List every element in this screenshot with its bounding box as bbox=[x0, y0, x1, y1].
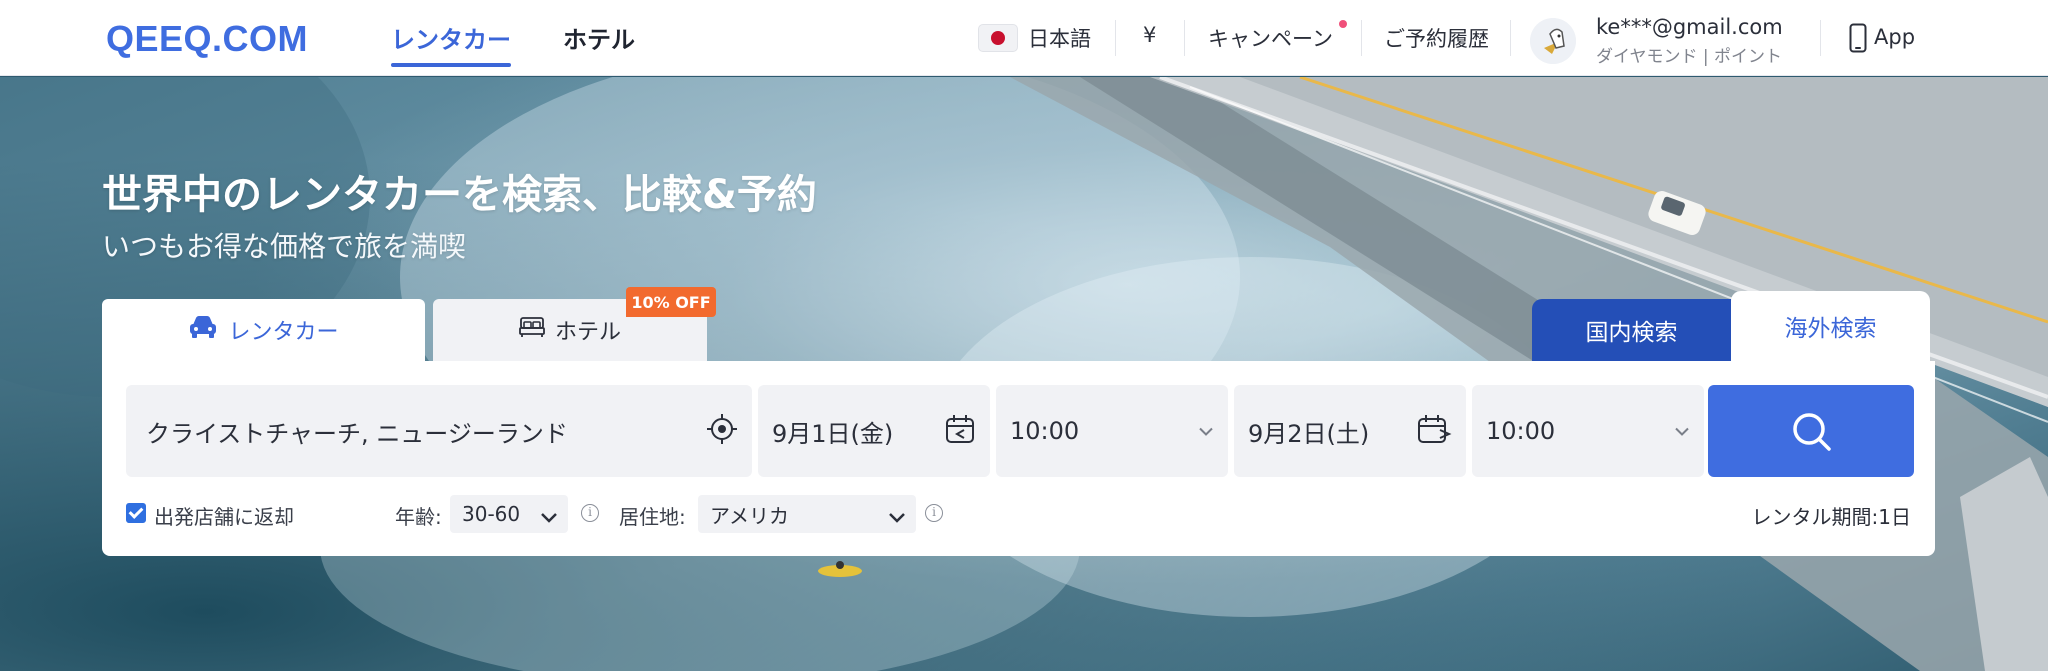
japan-flag-icon bbox=[978, 24, 1018, 52]
domestic-search-tab[interactable]: 国内検索 bbox=[1532, 299, 1731, 361]
overseas-search-tab[interactable]: 海外検索 bbox=[1731, 291, 1930, 361]
location-value: クライストチャーチ, ニュージーランド bbox=[146, 419, 568, 448]
avatar-illustration-icon bbox=[1530, 18, 1576, 64]
search-options-row: 出発店舗に返却 年齢: 30-60 i 居住地: アメリカ i レンタル期間:1… bbox=[102, 491, 1935, 535]
dropoff-date-value: 9月2日(土) bbox=[1248, 419, 1370, 448]
residence-value: アメリカ bbox=[710, 503, 789, 528]
tab-rentacar[interactable]: レンタカー bbox=[102, 299, 425, 361]
user-email[interactable]: ke***@gmail.com bbox=[1596, 15, 1783, 39]
nav-tab-hotel[interactable]: ホテル bbox=[563, 20, 635, 55]
app-link[interactable]: App bbox=[1874, 25, 1915, 49]
location-input[interactable]: クライストチャーチ, ニュージーランド bbox=[126, 385, 752, 477]
search-button[interactable] bbox=[1708, 385, 1914, 477]
discount-badge: 10% OFF bbox=[626, 287, 716, 317]
divider bbox=[1184, 20, 1185, 56]
language-selector[interactable]: 日本語 bbox=[1028, 23, 1091, 53]
search-panel: クライストチャーチ, ニュージーランド 9月1日(金) 10:00 9月2日(土… bbox=[102, 361, 1935, 556]
bed-icon bbox=[519, 316, 545, 344]
nav-tab-rentacar[interactable]: レンタカー bbox=[391, 20, 511, 67]
chevron-down-icon bbox=[1674, 422, 1690, 441]
divider bbox=[1115, 20, 1116, 56]
current-location-icon[interactable] bbox=[706, 413, 738, 449]
divider bbox=[1820, 20, 1821, 56]
campaign-link[interactable]: キャンペーン bbox=[1208, 23, 1333, 53]
residence-label: 居住地: bbox=[619, 505, 686, 529]
pickup-time-value: 10:00 bbox=[1010, 417, 1080, 445]
residence-select[interactable]: アメリカ bbox=[698, 495, 916, 533]
search-icon bbox=[1793, 413, 1831, 451]
user-membership[interactable]: ダイヤモンド | ポイント bbox=[1596, 42, 1782, 67]
dropoff-time-select[interactable]: 10:00 bbox=[1472, 385, 1704, 477]
age-value: 30-60 bbox=[462, 502, 521, 526]
rental-period: レンタル期間:1日 bbox=[1751, 505, 1911, 529]
residence-info-icon[interactable]: i bbox=[925, 504, 943, 522]
tab-hotel-label: ホテル bbox=[554, 320, 621, 345]
car-icon bbox=[188, 315, 218, 345]
chevron-down-icon bbox=[540, 505, 558, 529]
notification-dot bbox=[1339, 20, 1347, 28]
calendar-dropoff-icon bbox=[1416, 413, 1452, 449]
site-logo[interactable]: QEEQ.COM bbox=[106, 18, 308, 60]
top-header: QEEQ.COM レンタカー ホテル 日本語 ¥ キャンペーン ご予約履歴 ke… bbox=[0, 0, 2048, 76]
smartphone-icon[interactable] bbox=[1849, 23, 1867, 57]
age-select[interactable]: 30-60 bbox=[450, 495, 568, 533]
booking-history-link[interactable]: ご予約履歴 bbox=[1384, 23, 1489, 53]
tab-rentacar-label: レンタカー bbox=[228, 320, 339, 345]
pickup-date-value: 9月1日(金) bbox=[772, 419, 894, 448]
chevron-down-icon bbox=[888, 505, 906, 529]
return-same-label[interactable]: 出発店舗に返却 bbox=[154, 501, 294, 530]
age-label: 年齢: bbox=[395, 505, 442, 529]
chevron-down-icon bbox=[1198, 422, 1214, 441]
hero-subtitle: いつもお得な価格で旅を満喫 bbox=[102, 230, 467, 263]
return-same-checkbox[interactable] bbox=[126, 503, 146, 523]
age-info-icon[interactable]: i bbox=[581, 504, 599, 522]
hero-title: 世界中のレンタカーを検索、比較&予約 bbox=[102, 172, 817, 218]
pickup-date-field[interactable]: 9月1日(金) bbox=[758, 385, 990, 477]
calendar-pickup-icon bbox=[944, 413, 976, 449]
pickup-time-select[interactable]: 10:00 bbox=[996, 385, 1228, 477]
divider bbox=[1510, 20, 1511, 56]
dropoff-date-field[interactable]: 9月2日(土) bbox=[1234, 385, 1466, 477]
divider bbox=[1361, 20, 1362, 56]
dropoff-time-value: 10:00 bbox=[1486, 417, 1556, 445]
user-avatar[interactable] bbox=[1530, 18, 1576, 64]
currency-selector[interactable]: ¥ bbox=[1143, 23, 1156, 47]
